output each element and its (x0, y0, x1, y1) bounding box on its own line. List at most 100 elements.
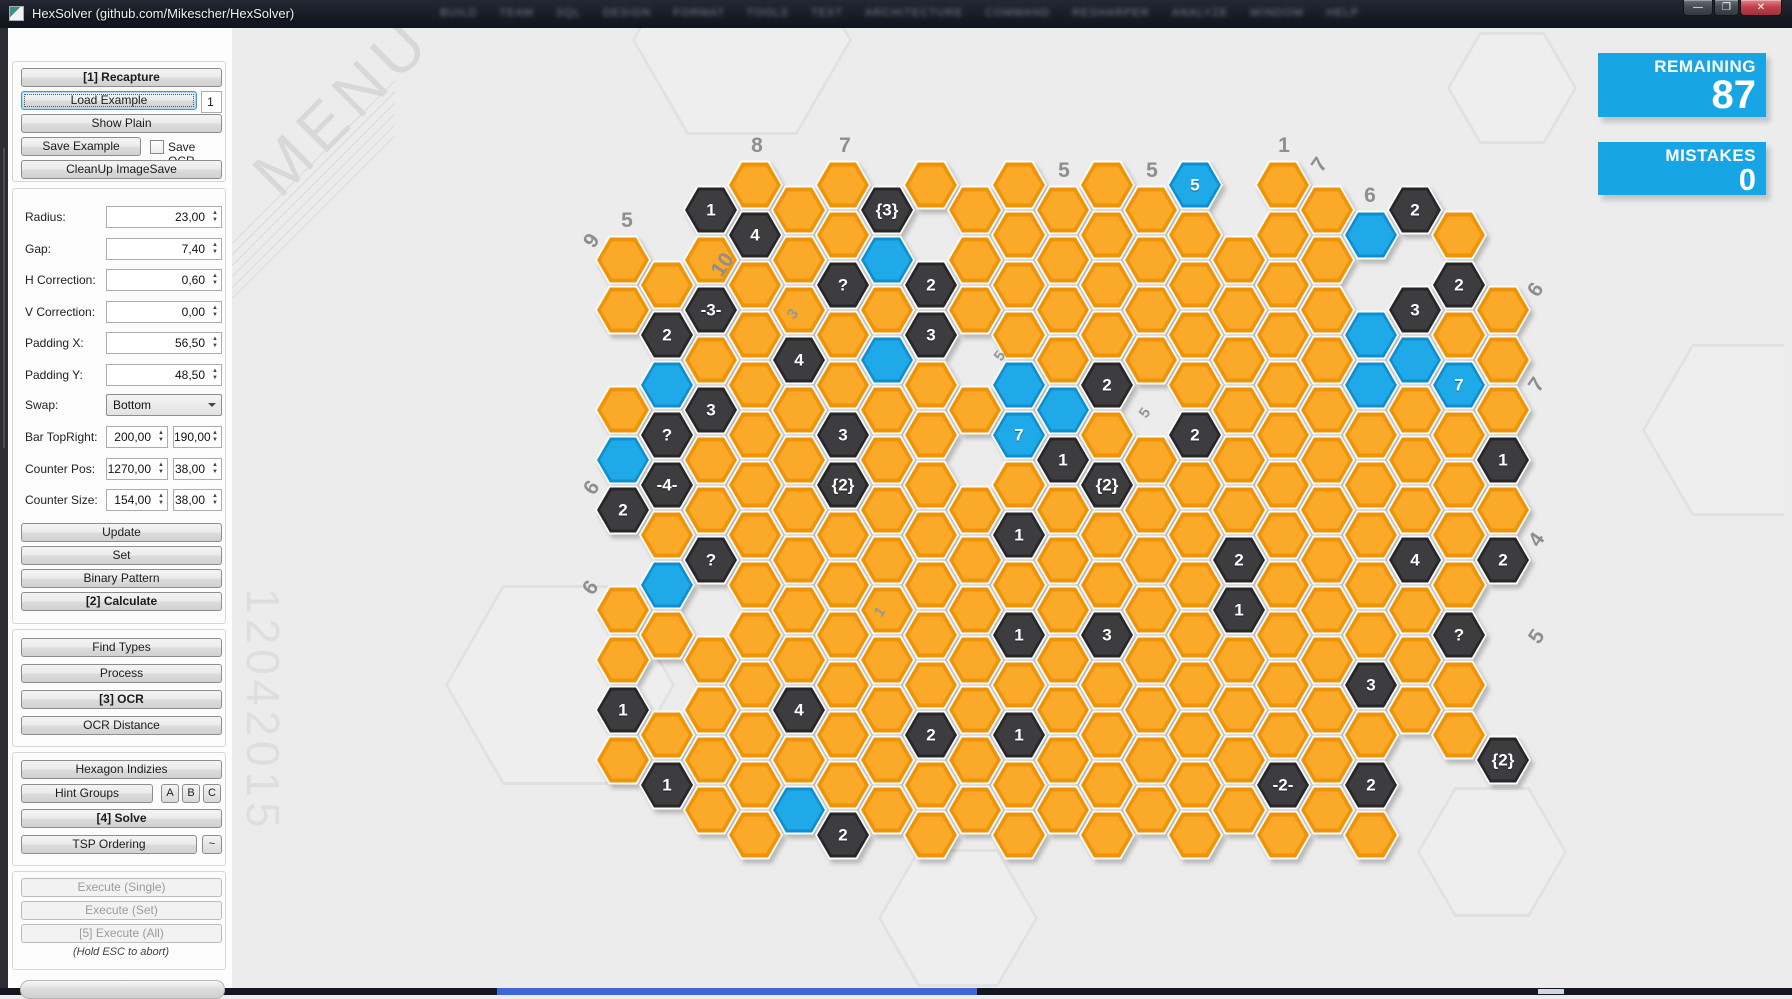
field-label: Bar TopRight: (25, 430, 98, 444)
field-label: Counter Size: (25, 493, 98, 507)
field-input[interactable]: 23,00▲ ▼ (106, 206, 222, 228)
hex-orange-cell[interactable] (1343, 811, 1399, 860)
background-menu-item: DESIGN (603, 7, 651, 19)
process-button[interactable]: Process (21, 664, 222, 683)
window-title: HexSolver (github.com/Mikescher/HexSolve… (32, 6, 294, 21)
swap-label: Swap: (25, 398, 58, 412)
set-button[interactable]: Set (21, 546, 222, 565)
board-hint-number: 5 (1058, 159, 1070, 183)
pair-input-1[interactable]: 200,00▲ ▼ (106, 426, 168, 448)
field-input[interactable]: 7,40▲ ▼ (106, 238, 222, 260)
hex-orange-cell[interactable] (1431, 661, 1487, 710)
board-hint-number: 5 (621, 209, 633, 233)
-5-execute-all--button: [5] Execute (All) (21, 924, 222, 943)
recapture-button[interactable]: [1] Recapture (21, 68, 222, 87)
board-hint-number: 5 (1524, 625, 1550, 648)
hint-group-b-button[interactable]: B (182, 784, 200, 803)
background-menu-item: TEST (811, 7, 843, 19)
remaining-value: 87 (1598, 76, 1756, 114)
progress-bar (20, 980, 225, 999)
field-label: H Correction: (25, 273, 96, 287)
-3-ocr-button[interactable]: [3] OCR (21, 690, 222, 709)
tsp-ordering-button[interactable]: TSP Ordering (21, 835, 197, 854)
solve-button[interactable]: [4] Solve (21, 809, 222, 828)
pair-input-1[interactable]: 154,00▲ ▼ (106, 489, 168, 511)
field-label: Padding Y: (25, 368, 83, 382)
tsp-tilde-button[interactable]: ~ (202, 835, 222, 854)
hint-groups-button[interactable]: Hint Groups (21, 784, 153, 803)
background-menu-item: BUILD (440, 7, 477, 19)
background-menu-item: COMMAND (985, 7, 1050, 19)
parameters-group: Radius:23,00▲ ▼ Gap: 7,40▲ ▼ H Correction: 0… (12, 188, 226, 624)
field-label: V Correction: (25, 305, 95, 319)
hex-dark-cell[interactable]: ? (1431, 611, 1487, 660)
field-row-paddingx: Padding X: 56,50▲ ▼ (21, 332, 222, 354)
mistakes-label: MISTAKES (1598, 146, 1756, 165)
field-label: Counter Pos: (25, 462, 95, 476)
field-label: Gap: (25, 242, 51, 256)
remaining-counter: REMAINING 87 (1598, 53, 1766, 117)
field-row-radius: Radius:23,00▲ ▼ (21, 206, 222, 228)
mistakes-value: 0 (1598, 165, 1756, 194)
esc-note: (Hold ESC to abort) (13, 946, 229, 958)
cleanup-imagesave-button[interactable]: CleanUp ImageSave (21, 160, 222, 179)
field-input[interactable]: 48,50▲ ▼ (106, 364, 222, 386)
pair-input-2[interactable]: 38,00▲ ▼ (173, 458, 222, 480)
execute-group: Execute (Single)Execute (Set)[5] Execute… (12, 871, 226, 970)
hex-dark-cell[interactable]: {2} (1475, 736, 1531, 785)
swap-select[interactable]: Bottom (106, 394, 222, 416)
field-label: Padding X: (25, 336, 84, 350)
show-plain-button[interactable]: Show Plain (21, 114, 222, 133)
save-ocr-checkbox[interactable] (150, 140, 164, 154)
hexagon-indizies-button[interactable]: Hexagon Indizies (21, 760, 222, 779)
background-menu-item: FORMAT (673, 7, 725, 19)
field-input[interactable]: 0,00▲ ▼ (106, 301, 222, 323)
-2-calculate-button[interactable]: [2] Calculate (21, 592, 222, 611)
hex-blue-cell[interactable]: 5 (1167, 161, 1223, 210)
ghost-hexagon-watermark (1642, 344, 1784, 516)
hex-dark-cell[interactable]: 1 (1475, 436, 1531, 485)
field-input[interactable]: 0,60▲ ▼ (106, 269, 222, 291)
save-example-button[interactable]: Save Example (21, 137, 141, 156)
load-example-button[interactable]: Load Example (21, 91, 197, 110)
ocr-group: Find Types Process [3] OCR OCR Distance (12, 629, 226, 747)
hex-orange-cell[interactable] (1475, 336, 1531, 385)
update-button[interactable]: Update (21, 523, 222, 542)
ghost-hexagon-watermark (878, 849, 1038, 987)
hex-orange-cell[interactable] (1475, 286, 1531, 335)
solve-group: Hexagon Indizies Hint Groups ABC [4] Sol… (12, 752, 226, 866)
pair-input-2[interactable]: 190,00▲ ▼ (173, 426, 222, 448)
background-menu-item: ARCHITECTURE (865, 7, 963, 19)
date-watermark: 12042015 (236, 588, 290, 833)
binary-pattern-button[interactable]: Binary Pattern (21, 569, 222, 588)
close-button[interactable]: ✕ (1740, 0, 1782, 16)
ghost-hexagon-watermark (1417, 787, 1567, 917)
background-menu-item: ANALYZE (1172, 7, 1228, 19)
board-hint-number: 8 (751, 134, 763, 158)
hint-group-c-button[interactable]: C (203, 784, 221, 803)
execute-single--button: Execute (Single) (21, 878, 222, 897)
sidebar-panel: [1] Recapture Load Example 1 Show Plain … (8, 28, 232, 988)
field-row-gap: Gap: 7,40▲ ▼ (21, 238, 222, 260)
hex-orange-cell[interactable] (1431, 211, 1487, 260)
pair-input-1[interactable]: 1270,00▲ ▼ (106, 458, 168, 480)
app-icon (9, 6, 24, 21)
ghost-hexagon-watermark (632, 28, 852, 135)
background-menu-item: SQL (556, 7, 581, 19)
hex-orange-cell[interactable] (1475, 486, 1531, 535)
hex-dark-cell[interactable]: 2 (1343, 761, 1399, 810)
hex-dark-cell[interactable]: 2 (1475, 536, 1531, 585)
chevron-down-icon (208, 403, 216, 411)
field-input[interactable]: 56,50▲ ▼ (106, 332, 222, 354)
pair-row-counterpos: Counter Pos: 1270,00▲ ▼38,00▲ ▼ (21, 458, 222, 480)
hex-orange-cell[interactable] (1475, 386, 1531, 435)
pair-input-2[interactable]: 38,00▲ ▼ (173, 489, 222, 511)
load-example-stepper[interactable]: 1 (201, 91, 222, 113)
swap-row: Swap: Bottom (21, 394, 222, 416)
ocr-distance-button[interactable]: OCR Distance (21, 716, 222, 735)
find-types-button[interactable]: Find Types (21, 638, 222, 657)
board-hint-number: 1 (1278, 134, 1290, 158)
maximize-button[interactable]: ❐ (1714, 0, 1739, 16)
hint-group-a-button[interactable]: A (161, 784, 179, 803)
minimize-button[interactable]: — (1683, 0, 1713, 16)
